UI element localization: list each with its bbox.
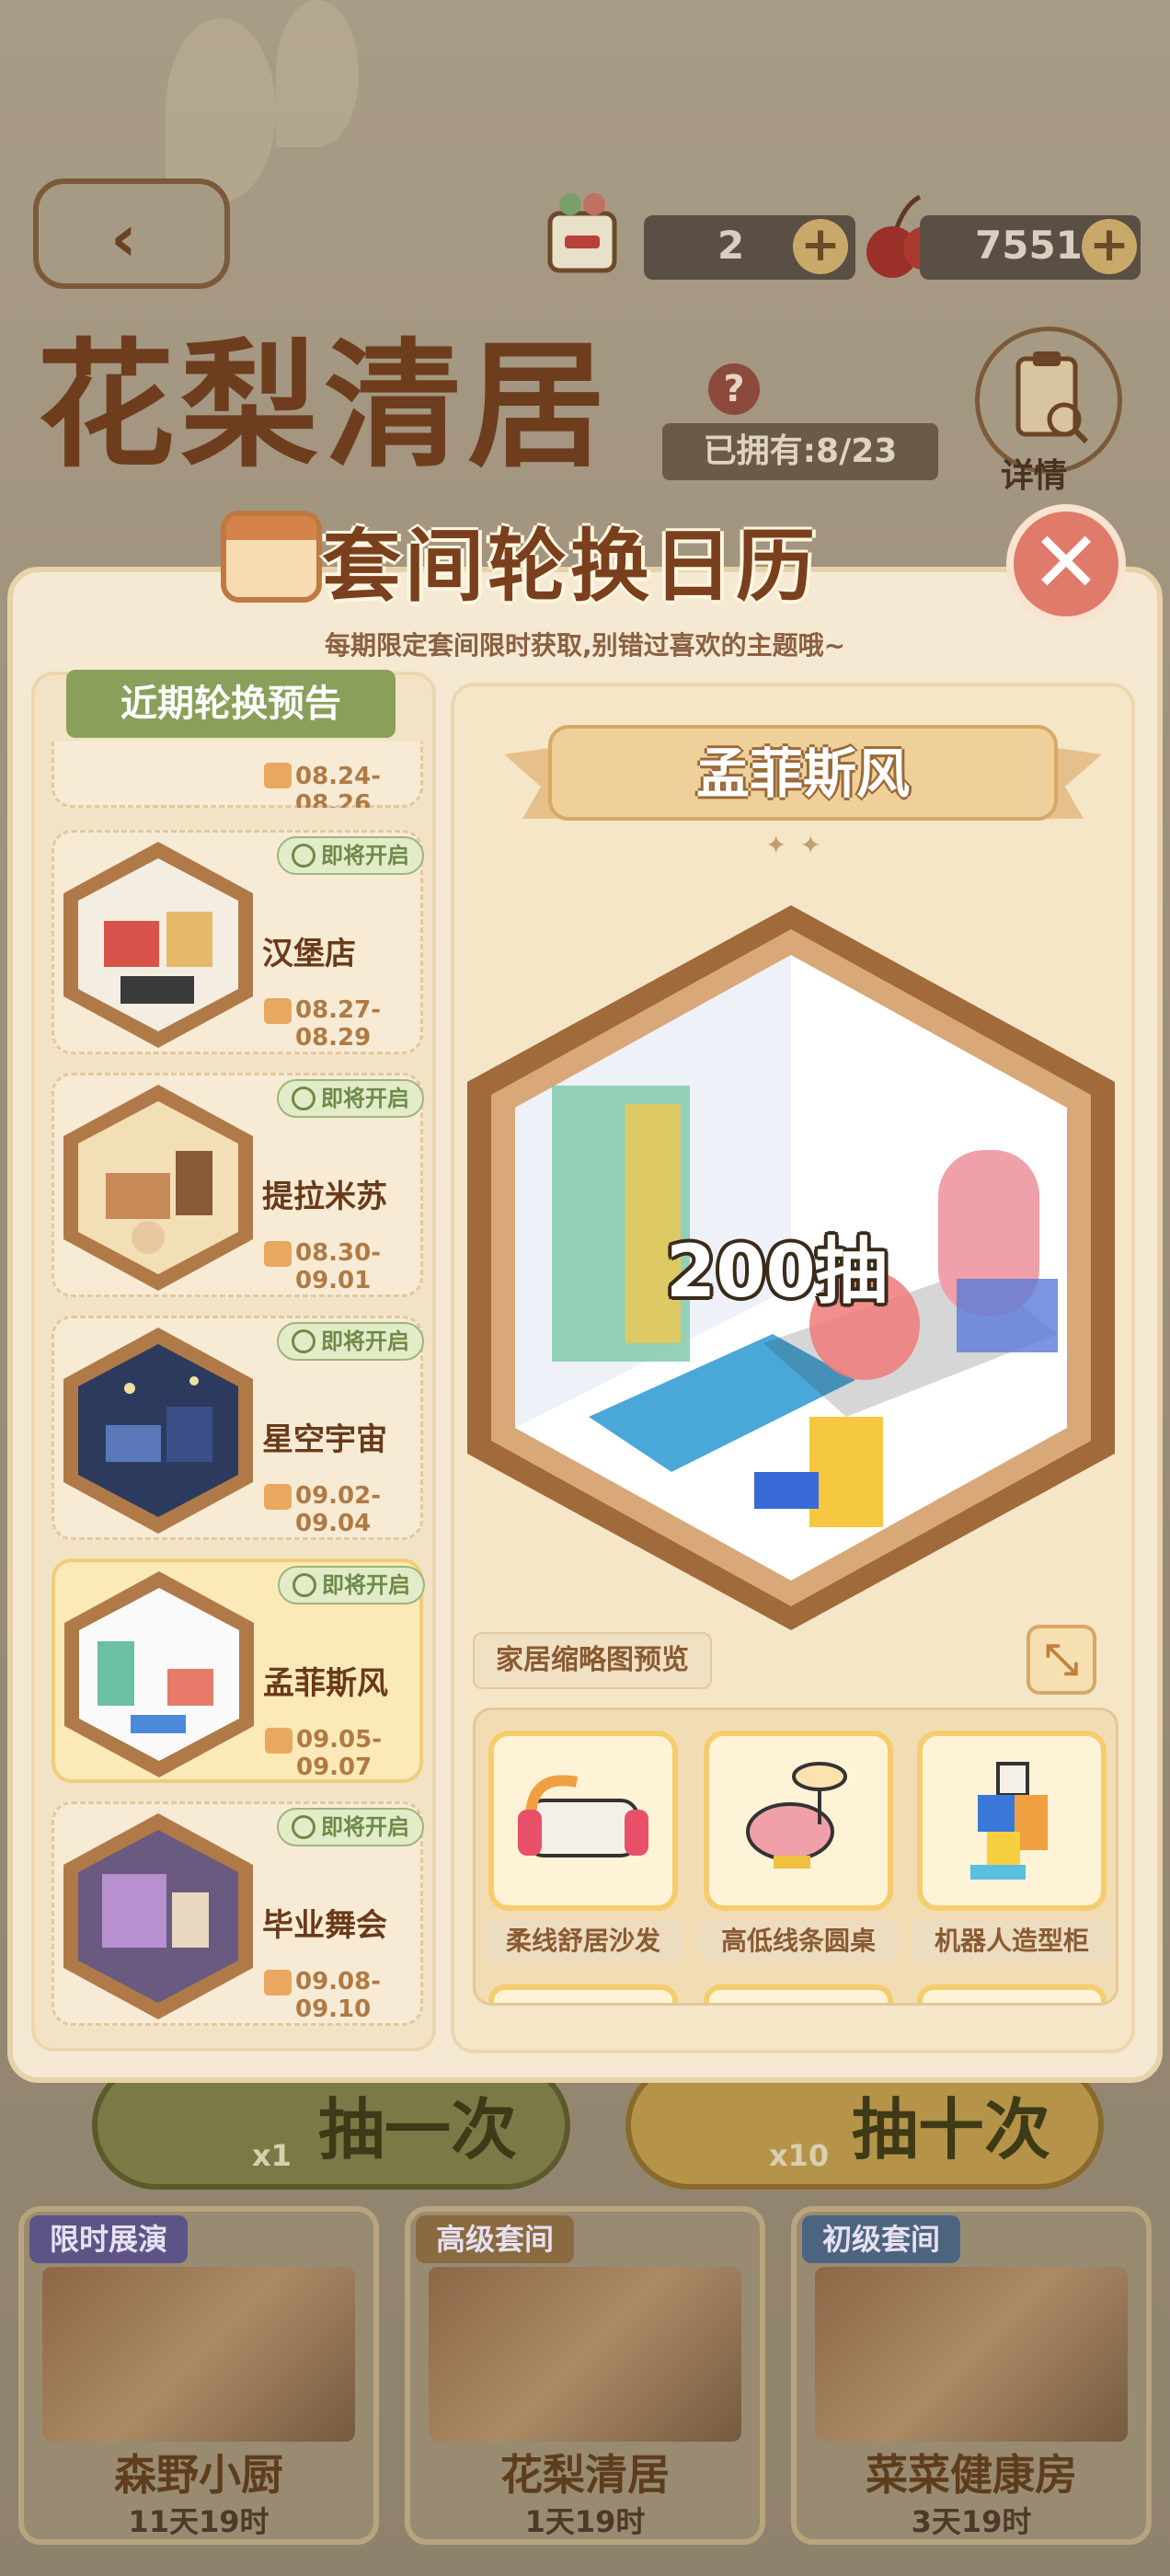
draw-count: 200抽 [666,1231,888,1314]
suite-name-ribbon: 孟菲斯风 [504,718,1102,846]
sofa-icon [518,1775,648,1857]
suite-tag: 初级套间 [802,2215,961,2263]
help-icon[interactable]: ? [708,363,760,415]
suite-card[interactable]: 高级套间 花梨清居 1天19时 [405,2206,765,2545]
room-thumbnail [63,1328,253,1534]
furniture-frame [488,1731,678,1911]
item-dates: 09.02-09.04 [295,1482,382,1537]
item-dates: 09.05-09.07 [296,1726,383,1781]
calendar-icon [264,763,292,788]
calendar-icon [264,1241,292,1267]
room-thumbnail [63,1813,253,2019]
coming-soon-badge: 即将开启 [277,1322,424,1361]
cherry-count: 7551 [975,223,1083,268]
clock-icon [292,1329,315,1353]
close-button[interactable]: ✕ [1006,504,1126,624]
draw-once-multiplier: x1 [252,2138,292,2173]
clock-icon [292,1573,316,1597]
calendar-icon [221,511,322,603]
add-ticket-button[interactable]: + [793,219,848,274]
round-table-icon [746,1762,847,1869]
suite-name: 森野小厨 [114,2450,283,2500]
suite-name: 菜菜健康房 [866,2450,1077,2500]
item-name: 星空宇宙 [262,1421,387,1458]
detail-label: 详情 [1001,457,1068,495]
draw-ten-multiplier: x10 [769,2138,830,2173]
suite-timer: 1天19时 [524,2504,646,2539]
suite-image [815,2267,1128,2442]
ticket-count: 2 [717,223,745,268]
coming-soon-badge: 即将开启 [277,836,424,875]
thumbnail-preview-label: 家居缩略图预览 [473,1632,712,1689]
expand-icon[interactable]: ⤡ [1027,1625,1096,1695]
suite-tag: 高级套间 [416,2215,575,2263]
back-button[interactable]: ‹ [33,178,230,289]
suite-timer: 3天19时 [911,2504,1032,2539]
furniture-frame [704,1731,893,1911]
furniture-frame [917,1731,1107,1911]
suite-image [429,2267,741,2442]
coming-soon-badge: 即将开启 [277,1808,424,1846]
furniture-name: 机器人造型柜 [912,1920,1112,1962]
item-dates: 08.30-09.01 [295,1239,382,1294]
chevron-left-icon: ‹ [110,201,137,276]
list-item[interactable]: 即将开启 汉堡店 08.27-08.29 [52,830,424,1054]
clock-icon [292,1815,315,1839]
modal-title: 套间轮换日历 [322,520,819,613]
list-item[interactable]: 即将开启 毕业舞会 09.08-09.10 [52,1801,424,2026]
draw-once-label: 抽一次 [318,2091,518,2168]
suite-timer: 11天19时 [128,2504,270,2539]
room-thumbnail [63,1085,253,1291]
modal-subtitle: 每期限定套间限时获取,别错过喜欢的主题哦~ [324,630,846,661]
suite-name: 花梨清居 [500,2450,670,2500]
furniture-item-partial [917,1984,1107,2003]
leaf-decoration [166,18,276,202]
suite-tag: 限时展演 [29,2215,189,2263]
item-dates: 09.08-09.10 [295,1968,382,2023]
list-item[interactable]: 即将开启 星空宇宙 09.02-09.04 [52,1316,424,1540]
room-thumbnail [64,1571,254,1777]
leaf-decoration [276,0,359,147]
ticket-icon [547,193,617,273]
list-item-selected[interactable]: 即将开启 孟菲斯风 09.05-09.07 [52,1558,425,1783]
furniture-item-partial [488,1984,678,2003]
owned-count: 已拥有:8/23 [662,423,938,480]
furniture-name: 高低线条圆桌 [698,1920,899,1962]
clock-icon [292,844,315,868]
furniture-item[interactable]: 机器人造型柜 [912,1721,1112,1970]
item-name: 提拉米苏 [262,1179,387,1215]
calendar-icon [265,1728,292,1754]
furniture-grid[interactable]: 柔线舒居沙发 高低线条圆桌 机器人造型柜 [473,1708,1118,2006]
furniture-name: 柔线舒居沙发 [483,1920,683,1962]
furniture-item[interactable]: 高低线条圆桌 [698,1721,899,1970]
coming-soon-badge: 即将开启 [278,1566,425,1604]
item-name: 毕业舞会 [262,1907,387,1944]
room-thumbnail [63,842,253,1048]
calendar-icon [264,998,292,1024]
clock-icon [292,1087,315,1110]
suite-card[interactable]: 初级套间 菜菜健康房 3天19时 [791,2206,1152,2545]
cherry-counter: 7551 + [920,215,1141,280]
item-name: 孟菲斯风 [263,1665,388,1702]
list-header: 近期轮换预告 [66,670,396,738]
furniture-item[interactable]: 柔线舒居沙发 [483,1721,683,1970]
list-item[interactable]: 即将开启 提拉米苏 08.30-09.01 [52,1073,424,1297]
suite-image [42,2267,355,2442]
robot-cabinet-icon [970,1762,1048,1880]
game-title: 花梨清居 [37,325,612,487]
add-cherry-button[interactable]: + [1082,219,1137,274]
coming-soon-badge: 即将开启 [277,1079,424,1118]
calendar-icon [264,1484,292,1510]
item-name: 汉堡店 [262,936,356,972]
furniture-item-partial [704,1984,893,2003]
ticket-counter: 2 + [644,215,855,280]
sparkle-icon: ✦✦ [765,830,834,860]
calendar-icon [264,1970,292,1995]
suite-card[interactable]: 限时展演 森野小厨 11天19时 [18,2206,379,2545]
draw-ten-label: 抽十次 [852,2091,1051,2168]
suite-title: 孟菲斯风 [695,742,910,805]
item-dates: 08.27-08.29 [295,996,382,1052]
